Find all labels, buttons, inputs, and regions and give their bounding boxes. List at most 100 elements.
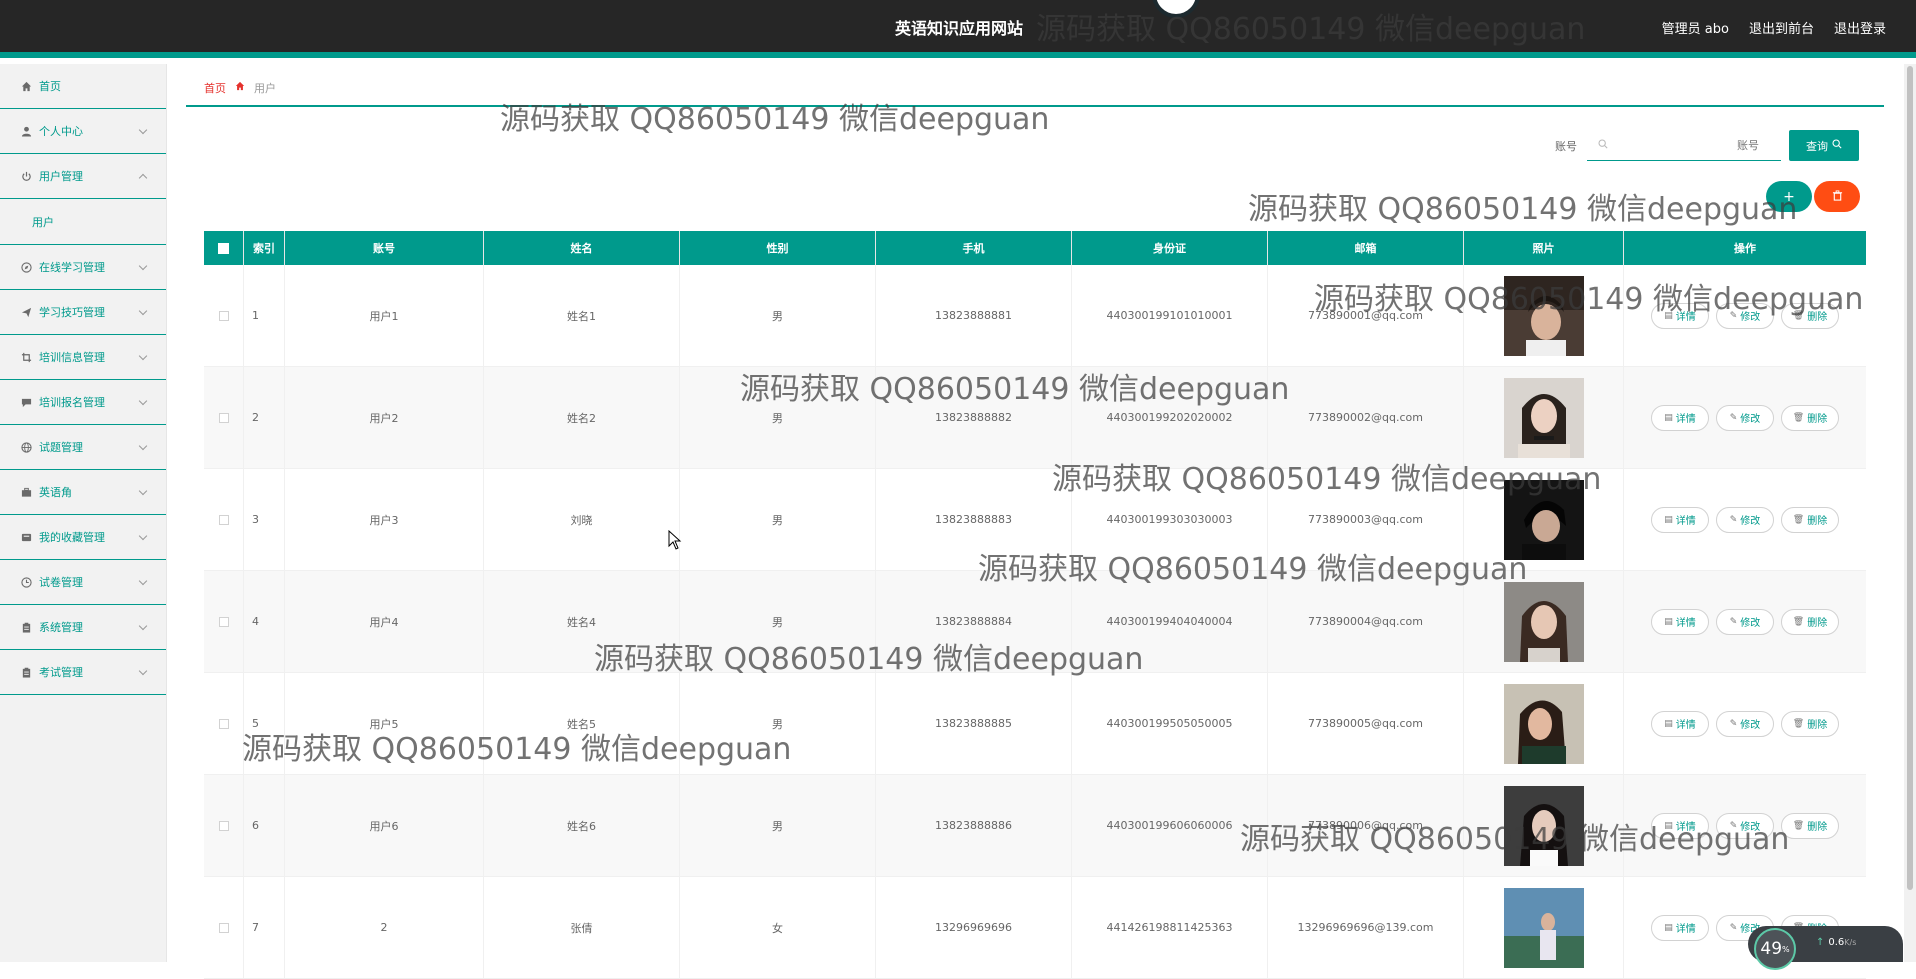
cell-name: 姓名4 bbox=[484, 571, 680, 672]
user-table: 索引 账号 姓名 性别 手机 身份证 邮箱 照片 操作 1 用户1 姓名1 男 13823888881 4… bbox=[204, 231, 1866, 979]
row-actions: ▤详情 ✎修改 🗑删除 bbox=[1651, 302, 1839, 329]
sidebar-item-label: 系统管理 bbox=[39, 621, 83, 634]
detail-button[interactable]: ▤ 详情 bbox=[1651, 914, 1709, 941]
usage-unit: % bbox=[1782, 944, 1790, 954]
sidebar-item-label: 试题管理 bbox=[39, 441, 83, 454]
chevron-down-icon bbox=[138, 306, 148, 316]
edit-icon: ✎ bbox=[1729, 310, 1738, 321]
edit-icon: ✎ bbox=[1729, 412, 1738, 423]
breadcrumb-home[interactable]: 首页 bbox=[204, 80, 226, 96]
delete-button[interactable]: 🗑删除 bbox=[1781, 302, 1839, 329]
briefcase-icon bbox=[20, 486, 32, 498]
action-label: 详情 bbox=[1675, 618, 1696, 629]
sidebar-item-online-learning[interactable]: 在线学习管理 bbox=[0, 245, 166, 290]
sidebar-item-label: 培训报名管理 bbox=[39, 396, 105, 409]
row-checkbox[interactable] bbox=[218, 718, 229, 729]
sidebar-item-exam-paper[interactable]: 试卷管理 bbox=[0, 560, 166, 605]
detail-button[interactable]: ▤ 详情 bbox=[1651, 404, 1709, 431]
account-search-input[interactable] bbox=[1587, 130, 1781, 160]
action-label: 删除 bbox=[1807, 720, 1828, 731]
edit-button[interactable]: ✎ 修改 bbox=[1716, 506, 1774, 533]
sidebar-item-training-info[interactable]: 培训信息管理 bbox=[0, 335, 166, 380]
table-row: 3 用户3 刘晓男 13823888883 440300199303030003 7738… bbox=[204, 469, 1866, 571]
sidebar-item-study-tips[interactable]: 学习技巧管理 bbox=[0, 290, 166, 335]
table-row: 1 用户1 姓名1 男 13823888881 440300199101010001 773… bbox=[204, 265, 1866, 367]
action-label: 修改 bbox=[1740, 822, 1761, 833]
action-label: 修改 bbox=[1740, 720, 1761, 731]
edit-icon: ✎ bbox=[1729, 820, 1738, 831]
sidebar-item-question-management[interactable]: 试题管理 bbox=[0, 425, 166, 470]
chat-icon bbox=[20, 396, 32, 408]
cell-actions: ▤详情 ✎修改 🗑删除 bbox=[1624, 469, 1866, 570]
detail-button[interactable]: ▤ 详情 bbox=[1651, 608, 1709, 635]
sidebar-item-english-corner[interactable]: 英语角 bbox=[0, 470, 166, 515]
sidebar-item-training-registration[interactable]: 培训报名管理 bbox=[0, 380, 166, 425]
cell-index: 7 bbox=[244, 877, 285, 978]
rate-unit: K/s bbox=[1844, 938, 1857, 947]
user-icon bbox=[20, 125, 32, 137]
sidebar-item-system-management[interactable]: 系统管理 bbox=[0, 605, 166, 650]
sidebar-item-home[interactable]: 首页 bbox=[0, 64, 166, 109]
edit-button[interactable]: ✎ 修改 bbox=[1716, 812, 1774, 839]
cell-id-card: 440300199303030003 bbox=[1072, 469, 1268, 570]
admin-user-link[interactable]: 管理员 abo bbox=[1662, 18, 1729, 37]
detail-button[interactable]: ▤ 详情 bbox=[1651, 506, 1709, 533]
action-label: 修改 bbox=[1740, 516, 1761, 527]
row-checkbox[interactable] bbox=[218, 820, 229, 831]
trash-icon bbox=[1832, 189, 1843, 205]
cell-photo bbox=[1464, 571, 1624, 672]
exit-to-frontend-link[interactable]: 退出到前台 bbox=[1749, 18, 1814, 37]
table-row: 5 用户5 姓名5 男 13823888885 440300199505050005 773… bbox=[204, 673, 1866, 775]
cell-id-card: 440300199404040004 bbox=[1072, 571, 1268, 672]
cell-index: 6 bbox=[244, 775, 285, 876]
detail-button[interactable]: ▤ 详情 bbox=[1651, 710, 1709, 737]
add-button[interactable]: + bbox=[1766, 181, 1812, 212]
row-checkbox[interactable] bbox=[218, 310, 229, 321]
album-icon bbox=[20, 531, 32, 543]
batch-delete-button[interactable] bbox=[1814, 181, 1860, 212]
sidebar-subitem-users[interactable]: 用户 bbox=[0, 199, 166, 245]
cell-phone: 13823888885 bbox=[876, 673, 1072, 774]
detail-icon: ▤ bbox=[1664, 616, 1673, 627]
delete-button[interactable]: 🗑删除 bbox=[1781, 710, 1839, 737]
cell-actions: ▤详情 ✎修改 🗑删除 bbox=[1624, 571, 1866, 672]
sidebar-item-exam-management[interactable]: 考试管理 bbox=[0, 650, 166, 695]
column-header: 操作 bbox=[1734, 242, 1756, 255]
delete-button[interactable]: 🗑删除 bbox=[1781, 812, 1839, 839]
table-row: 4 用户4 姓名4 男 13823888884 440300199404040004 773… bbox=[204, 571, 1866, 673]
home-icon bbox=[235, 81, 245, 94]
delete-button[interactable]: 🗑删除 bbox=[1781, 506, 1839, 533]
detail-button[interactable]: ▤ 详情 bbox=[1651, 302, 1709, 329]
edit-button[interactable]: ✎ 修改 bbox=[1716, 608, 1774, 635]
row-checkbox[interactable] bbox=[218, 922, 229, 933]
cell-id-card: 440300199505050005 bbox=[1072, 673, 1268, 774]
sidebar-item-personal-center[interactable]: 个人中心 bbox=[0, 109, 166, 154]
row-checkbox[interactable] bbox=[218, 616, 229, 627]
query-button[interactable]: 查询 bbox=[1789, 130, 1859, 161]
row-select-cell bbox=[204, 265, 244, 366]
cell-gender: 女 bbox=[680, 877, 876, 978]
chevron-down-icon bbox=[138, 125, 148, 135]
delete-button[interactable]: 🗑删除 bbox=[1781, 608, 1839, 635]
row-checkbox[interactable] bbox=[218, 514, 229, 525]
row-checkbox[interactable] bbox=[218, 412, 229, 423]
logout-link[interactable]: 退出登录 bbox=[1834, 18, 1886, 37]
edit-button[interactable]: ✎ 修改 bbox=[1716, 302, 1774, 329]
cell-id-card: 440300199202020002 bbox=[1072, 367, 1268, 468]
edit-button[interactable]: ✎ 修改 bbox=[1716, 404, 1774, 431]
delete-button[interactable]: 🗑删除 bbox=[1781, 404, 1839, 431]
cell-photo bbox=[1464, 877, 1624, 978]
edit-button[interactable]: ✎ 修改 bbox=[1716, 710, 1774, 737]
sidebar-item-user-management[interactable]: 用户管理 bbox=[0, 154, 166, 199]
row-actions: ▤详情 ✎修改 🗑删除 bbox=[1651, 404, 1839, 431]
search-field bbox=[1587, 130, 1781, 161]
memory-usage: 49% bbox=[1754, 928, 1796, 970]
cell-name: 张倩 bbox=[484, 877, 680, 978]
cell-account: 2 bbox=[285, 877, 484, 978]
page-scrollbar[interactable] bbox=[1904, 64, 1916, 962]
select-all-checkbox[interactable] bbox=[218, 242, 229, 254]
send-icon bbox=[20, 306, 32, 318]
scrollbar-thumb[interactable] bbox=[1907, 66, 1913, 890]
sidebar-item-my-favorites[interactable]: 我的收藏管理 bbox=[0, 515, 166, 560]
detail-button[interactable]: ▤ 详情 bbox=[1651, 812, 1709, 839]
